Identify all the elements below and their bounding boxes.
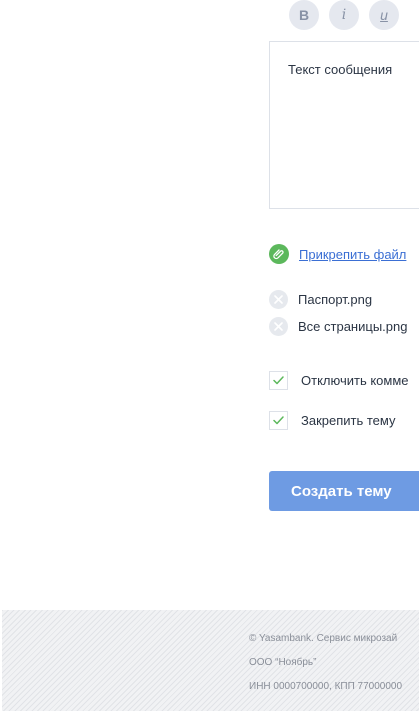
- bold-icon: B: [298, 7, 310, 23]
- message-textarea[interactable]: Текст сообщения: [269, 41, 419, 209]
- disable-comments-checkbox[interactable]: [269, 371, 288, 390]
- attached-file-name: Паспорт.png: [298, 292, 373, 307]
- footer: © Yasambank. Сервис микрозай ООО “Ноябрь…: [2, 610, 419, 711]
- attached-file-item: Паспорт.png: [269, 290, 372, 309]
- attach-file-link[interactable]: Прикрепить файл: [269, 244, 406, 264]
- footer-company: ООО “Ноябрь”: [249, 657, 317, 668]
- bold-button[interactable]: B: [289, 0, 319, 30]
- message-placeholder: Текст сообщения: [288, 62, 393, 77]
- disable-comments-label: Отключить комме: [301, 373, 409, 388]
- underline-icon: u: [380, 7, 388, 23]
- create-topic-label: Создать тему: [291, 482, 392, 500]
- footer-copyright: © Yasambank. Сервис микрозай: [249, 633, 398, 644]
- pin-topic-checkbox[interactable]: [269, 411, 288, 430]
- attach-file-label: Прикрепить файл: [299, 246, 407, 262]
- pin-topic-option[interactable]: Закрепить тему: [269, 411, 396, 430]
- paperclip-icon: [269, 244, 289, 264]
- attached-file-name: Все страницы.png: [298, 319, 408, 334]
- disable-comments-option[interactable]: Отключить комме: [269, 371, 409, 390]
- remove-file-icon[interactable]: [269, 290, 288, 309]
- create-topic-button[interactable]: Создать тему: [269, 471, 419, 511]
- attached-file-item: Все страницы.png: [269, 317, 407, 336]
- underline-button[interactable]: u: [369, 0, 399, 30]
- footer-requisites: ИНН 0000700000, КПП 77000000: [249, 681, 403, 692]
- italic-icon: i: [341, 7, 347, 23]
- italic-button[interactable]: i: [329, 0, 359, 30]
- pin-topic-label: Закрепить тему: [301, 413, 396, 428]
- remove-file-icon[interactable]: [269, 317, 288, 336]
